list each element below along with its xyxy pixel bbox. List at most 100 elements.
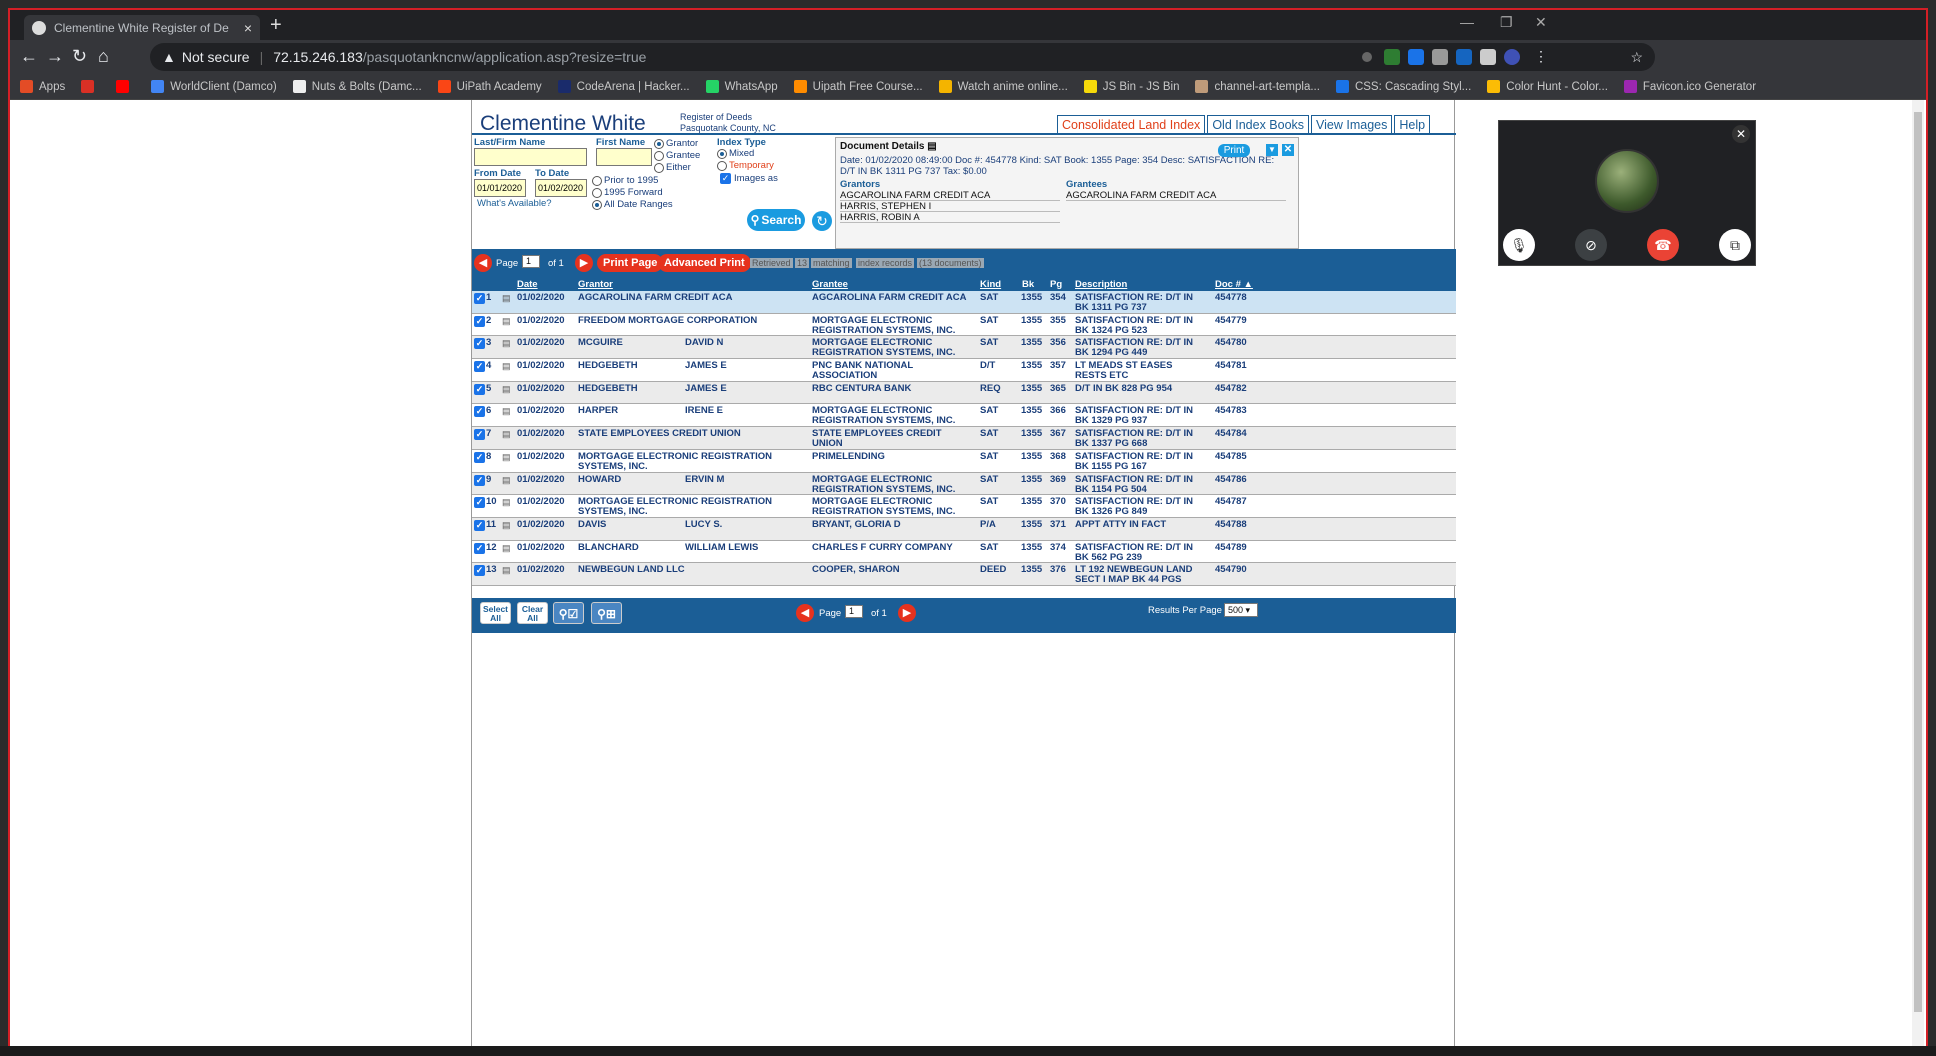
first-name-input[interactable] bbox=[596, 148, 652, 166]
ui-extension-icon[interactable] bbox=[1456, 49, 1472, 65]
close-icon[interactable]: ✕ bbox=[1732, 125, 1750, 143]
col-grantor[interactable]: Grantor bbox=[578, 279, 613, 290]
row-checkbox[interactable]: ✓ bbox=[474, 406, 485, 418]
microphone-icon[interactable]: 🎙 bbox=[1503, 229, 1535, 261]
table-row[interactable]: ✓ ▤ 11 01/02/2020 DAVIS LUCY S. BRYANT, GLORIA… bbox=[472, 517, 1456, 541]
row-checkbox[interactable]: ✓ bbox=[474, 429, 485, 441]
page-number-input[interactable]: 1 bbox=[522, 255, 540, 268]
prev-page-icon[interactable]: ◀ bbox=[474, 254, 492, 272]
to-date-input[interactable] bbox=[535, 179, 587, 197]
tree-extension-icon[interactable] bbox=[1384, 49, 1400, 65]
select-all-button[interactable]: Select All bbox=[480, 602, 511, 624]
table-row[interactable]: ✓ ▤ 9 01/02/2020 HOWARD ERVIN M MORTGAGE ELECT… bbox=[472, 472, 1456, 496]
whats-available-link[interactable]: What's Available? bbox=[477, 198, 552, 209]
table-row[interactable]: ✓ ▤ 13 01/02/2020 NEWBEGUN LAND LLC COOPER, S… bbox=[472, 563, 1456, 586]
copy-icon[interactable]: ▤ bbox=[502, 543, 511, 553]
print-page-button[interactable]: Print Page bbox=[597, 254, 664, 272]
row-checkbox[interactable]: ✓ bbox=[474, 338, 485, 350]
row-checkbox[interactable]: ✓ bbox=[474, 315, 485, 327]
table-row[interactable]: ✓ ▤ 5 01/02/2020 HEDGEBETH JAMES E RBC CENTURA… bbox=[472, 381, 1456, 405]
filter-checked-icon[interactable]: ⚲☑ bbox=[553, 602, 584, 624]
bookmark-item[interactable]: UiPath Academy bbox=[437, 80, 542, 93]
table-row[interactable]: ✓ ▤ 6 01/02/2020 HARPER IRENE E MORTGAGE ELECT… bbox=[472, 404, 1456, 428]
tab-help[interactable]: Help bbox=[1394, 115, 1431, 134]
bookmark-item[interactable]: Nuts & Bolts (Damc... bbox=[292, 80, 422, 93]
forward-icon[interactable]: → bbox=[46, 46, 64, 67]
radio-mixed[interactable]: Mixed bbox=[717, 148, 754, 159]
from-date-input[interactable] bbox=[474, 179, 526, 197]
bookmark-item[interactable]: Apps bbox=[20, 80, 65, 93]
profile-avatar[interactable] bbox=[1504, 49, 1520, 65]
star-icon[interactable]: ☆ bbox=[1630, 49, 1643, 66]
radio-either[interactable]: Either bbox=[654, 162, 691, 173]
advanced-print-button[interactable]: Advanced Print bbox=[658, 254, 751, 272]
copy-icon[interactable]: ▤ bbox=[502, 475, 511, 485]
close-icon[interactable]: × bbox=[244, 20, 252, 36]
bookmark-item[interactable]: WorldClient (Damco) bbox=[151, 80, 277, 93]
new-tab-button[interactable]: + bbox=[270, 14, 282, 37]
bookmark-item[interactable]: Uipath Free Course... bbox=[793, 80, 923, 93]
collapse-icon[interactable]: ▼ bbox=[1266, 144, 1278, 156]
copy-icon[interactable]: ▤ bbox=[502, 429, 511, 439]
menu-icon[interactable]: ⋮ bbox=[1534, 48, 1548, 65]
window-close-icon[interactable]: ✕ bbox=[1535, 14, 1547, 31]
row-checkbox[interactable]: ✓ bbox=[474, 383, 485, 395]
bookmark-item[interactable]: Favicon.ico Generator bbox=[1623, 80, 1756, 93]
copy-icon[interactable]: ▤ bbox=[502, 406, 511, 416]
page-scrollbar[interactable] bbox=[1912, 100, 1924, 1056]
prev-page-icon[interactable]: ◀ bbox=[796, 604, 814, 622]
copy-icon[interactable]: ▤ bbox=[502, 316, 511, 326]
row-checkbox[interactable]: ✓ bbox=[474, 361, 485, 373]
page-number-input[interactable]: 1 bbox=[845, 605, 863, 618]
row-checkbox[interactable]: ✓ bbox=[474, 542, 485, 554]
address-bar[interactable]: ▲ Not secure | 72.15.246.183 /pasquotank… bbox=[150, 43, 1655, 71]
back-icon[interactable]: ← bbox=[20, 46, 38, 67]
radio-grantee[interactable]: Grantee bbox=[654, 150, 700, 161]
row-checkbox[interactable]: ✓ bbox=[474, 293, 485, 304]
home-icon[interactable]: ⌂ bbox=[98, 46, 109, 67]
images-checkbox[interactable]: ✓ Images as bbox=[720, 173, 778, 184]
bookmark-item[interactable]: Watch anime online... bbox=[938, 80, 1068, 93]
copy-icon[interactable]: ▤ bbox=[502, 293, 511, 303]
search-button[interactable]: ⚲ Search bbox=[747, 209, 805, 231]
table-row[interactable]: ✓ ▤ 8 01/02/2020 MORTGAGE ELECTRONIC REGISTR… bbox=[472, 449, 1456, 473]
s-extension-icon[interactable] bbox=[1408, 49, 1424, 65]
next-page-icon[interactable]: ▶ bbox=[575, 254, 593, 272]
copy-icon[interactable]: ▤ bbox=[502, 497, 511, 507]
bookmark-item[interactable]: channel-art-templa... bbox=[1195, 80, 1320, 93]
row-checkbox[interactable]: ✓ bbox=[474, 474, 485, 486]
row-checkbox[interactable]: ✓ bbox=[474, 497, 485, 509]
radio-grantor[interactable]: Grantor bbox=[654, 138, 698, 149]
copy-icon[interactable]: ▤ bbox=[502, 520, 511, 530]
reload-icon[interactable]: ↻ bbox=[72, 46, 87, 67]
tab-old-index-books[interactable]: Old Index Books bbox=[1207, 115, 1310, 134]
copy-icon[interactable]: ▤ bbox=[502, 452, 511, 462]
col-description[interactable]: Description bbox=[1075, 279, 1127, 290]
copy-icon[interactable]: ▤ bbox=[502, 361, 511, 371]
bookmark-item[interactable]: WhatsApp bbox=[705, 80, 778, 93]
radio-prior-1995[interactable]: Prior to 1995 bbox=[592, 175, 658, 186]
camera-off-icon[interactable]: ⊘ bbox=[1575, 229, 1607, 261]
puzzle-icon[interactable] bbox=[1480, 49, 1496, 65]
tab-consolidated-land-index[interactable]: Consolidated Land Index bbox=[1057, 115, 1206, 134]
row-checkbox[interactable]: ✓ bbox=[474, 451, 485, 463]
table-row[interactable]: ✓ ▤ 1 01/02/2020 AGCAROLINA FARM CREDIT ACA A… bbox=[472, 291, 1456, 314]
table-row[interactable]: ✓ ▤ 2 01/02/2020 FREEDOM MORTGAGE CORPORATIO… bbox=[472, 313, 1456, 337]
table-row[interactable]: ✓ ▤ 4 01/02/2020 HEDGEBETH JAMES E PNC BANK NA… bbox=[472, 359, 1456, 382]
bookmark-item[interactable]: Color Hunt - Color... bbox=[1487, 80, 1608, 93]
filter-hierarchy-icon[interactable]: ⚲⊞ bbox=[591, 602, 622, 624]
minimize-icon[interactable]: — bbox=[1460, 14, 1474, 30]
radio-temporary[interactable]: Temporary bbox=[717, 160, 774, 171]
row-checkbox[interactable]: ✓ bbox=[474, 565, 485, 577]
results-per-page-select[interactable]: 500 ▾ bbox=[1224, 603, 1258, 617]
clipboard-icon[interactable]: ▤ bbox=[927, 141, 936, 152]
restore-icon[interactable]: ❐ bbox=[1500, 14, 1513, 31]
col-kind[interactable]: Kind bbox=[980, 279, 1001, 290]
col-doc-number[interactable]: Doc # ▲ bbox=[1215, 279, 1253, 290]
bookmark-item[interactable]: CodeArena | Hacker... bbox=[557, 80, 690, 93]
next-page-icon[interactable]: ▶ bbox=[898, 604, 916, 622]
end-call-icon[interactable]: ☎ bbox=[1647, 229, 1679, 261]
table-row[interactable]: ✓ ▤ 3 01/02/2020 MCGUIRE DAVID N MORTGAGE ELEC… bbox=[472, 336, 1456, 360]
popout-icon[interactable]: ⧉ bbox=[1719, 229, 1751, 261]
bookmark-item[interactable] bbox=[81, 80, 100, 93]
